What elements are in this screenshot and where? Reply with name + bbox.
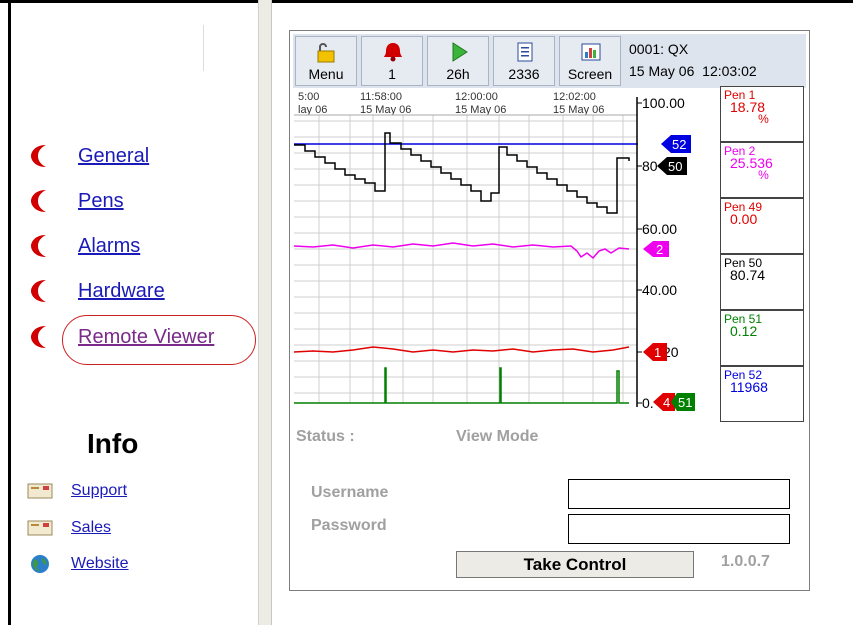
pen-value: 0.12 bbox=[730, 323, 758, 339]
recorder-info: 0001: QX 15 May 06 12:03:02 bbox=[629, 38, 757, 82]
menu-button-label: Menu bbox=[308, 66, 344, 82]
pen-box-50[interactable]: Pen 50 80.74 bbox=[720, 254, 804, 310]
status-label: Status : bbox=[296, 428, 355, 445]
pen-51-trace bbox=[294, 367, 629, 404]
view-mode-label: View Mode bbox=[456, 428, 539, 445]
remote-viewer-panel: Menu 1 26h 2336 Screen 0001: QX 15 May 0… bbox=[289, 30, 810, 591]
time-tick-label: 12:00:00 bbox=[455, 91, 498, 103]
recorder-time: 12:03:02 bbox=[702, 63, 757, 79]
date-tick-label: 15 May 06 bbox=[360, 104, 411, 116]
nav-item-hardware[interactable]: Hardware bbox=[30, 276, 165, 306]
messages-button-label: 2336 bbox=[508, 66, 540, 82]
chart-gridlines bbox=[294, 114, 637, 403]
time-tick-label: 12:02:00 bbox=[553, 91, 596, 103]
crescent-bullet-icon bbox=[31, 235, 46, 257]
scale-label: 60.00 bbox=[642, 221, 677, 237]
pen-box-1[interactable]: Pen 1 18.78 % bbox=[720, 86, 804, 142]
pen-unit: % bbox=[758, 112, 769, 126]
pen-marker-1: 1 bbox=[643, 343, 667, 361]
alarm-button-label: 1 bbox=[388, 66, 396, 82]
pen-box-2[interactable]: Pen 2 25.536 % bbox=[720, 142, 804, 198]
window-left-border bbox=[8, 0, 11, 625]
envelope-icon bbox=[27, 520, 53, 536]
info-item-support[interactable]: Support bbox=[27, 479, 127, 503]
pen-value: 0.00 bbox=[730, 211, 758, 227]
window-top-border bbox=[0, 0, 853, 3]
info-link-website[interactable]: Website bbox=[71, 555, 129, 573]
list-icon bbox=[517, 42, 533, 62]
padlock-icon bbox=[317, 43, 335, 63]
scale-label: 40.00 bbox=[642, 282, 677, 298]
device-id: 0001: QX bbox=[629, 41, 689, 57]
pen-value: 80.74 bbox=[730, 267, 766, 283]
nav-link-alarms[interactable]: Alarms bbox=[78, 235, 140, 258]
pen-marker-2: 2 bbox=[643, 241, 669, 257]
trend-chart[interactable]: 5:00 lay 06 11:58:00 15 May 06 12:00:00 … bbox=[293, 91, 718, 426]
envelope-icon bbox=[27, 483, 53, 499]
selection-highlight-ring bbox=[62, 315, 256, 365]
date-tick-label: lay 06 bbox=[298, 104, 327, 116]
password-field[interactable] bbox=[568, 514, 790, 544]
timespan-button[interactable]: 26h bbox=[427, 36, 489, 86]
info-heading: Info bbox=[87, 428, 139, 459]
alarm-bell-icon bbox=[384, 43, 402, 62]
globe-icon bbox=[31, 555, 49, 573]
info-item-sales[interactable]: Sales bbox=[27, 516, 111, 540]
alarm-button[interactable]: 1 bbox=[361, 36, 423, 86]
marker-label: 50 bbox=[668, 159, 682, 174]
marker-label: 52 bbox=[672, 137, 686, 152]
nav-link-hardware[interactable]: Hardware bbox=[78, 280, 165, 303]
screen-button[interactable]: Screen bbox=[559, 36, 621, 86]
pen-box-52[interactable]: Pen 52 11968 bbox=[720, 366, 804, 422]
messages-button[interactable]: 2336 bbox=[493, 36, 555, 86]
nav-item-alarms[interactable]: Alarms bbox=[30, 231, 140, 261]
nav-item-pens[interactable]: Pens bbox=[30, 186, 124, 216]
info-link-sales[interactable]: Sales bbox=[71, 519, 111, 537]
menu-button[interactable]: Menu bbox=[295, 36, 357, 86]
time-tick-label: 11:58:00 bbox=[360, 91, 402, 103]
nav-item-general[interactable]: General bbox=[30, 141, 149, 171]
pen-1-trace bbox=[293, 346, 630, 353]
frame-splitter[interactable] bbox=[258, 0, 272, 625]
username-field[interactable] bbox=[568, 479, 790, 509]
info-link-support[interactable]: Support bbox=[71, 482, 127, 500]
date-tick-label: 15 May 06 bbox=[553, 104, 604, 116]
pen-marker-50: 50 bbox=[657, 157, 687, 175]
recorder-toolbar: Menu 1 26h 2336 Screen 0001: QX 15 May 0… bbox=[293, 34, 806, 88]
play-icon bbox=[452, 42, 468, 62]
recorder-date: 15 May 06 bbox=[629, 63, 695, 79]
time-ticks: 5:00 lay 06 11:58:00 15 May 06 12:00:00 … bbox=[298, 91, 604, 116]
take-control-button[interactable]: Take Control bbox=[456, 551, 694, 578]
scale-label: 100.00 bbox=[642, 95, 685, 111]
marker-label: 1 bbox=[654, 345, 661, 360]
version-label: 1.0.0.7 bbox=[721, 553, 770, 570]
pen-box-51[interactable]: Pen 51 0.12 bbox=[720, 310, 804, 366]
separator-line bbox=[203, 25, 204, 71]
screen-button-label: Screen bbox=[567, 66, 613, 82]
crescent-bullet-icon bbox=[31, 190, 46, 212]
pen-box-49[interactable]: Pen 49 0.00 bbox=[720, 198, 804, 254]
timespan-button-label: 26h bbox=[446, 66, 470, 82]
date-tick-label: 15 May 06 bbox=[455, 104, 506, 116]
crescent-bullet-icon bbox=[31, 280, 46, 302]
marker-label: 51 bbox=[678, 395, 692, 410]
nav-link-general[interactable]: General bbox=[78, 145, 149, 168]
marker-label: 4 bbox=[663, 395, 670, 410]
crescent-bullet-icon bbox=[31, 145, 46, 167]
password-label: Password bbox=[311, 517, 387, 534]
marker-label: 2 bbox=[656, 242, 663, 257]
username-label: Username bbox=[311, 484, 389, 501]
screen-chart-icon bbox=[581, 43, 601, 61]
pen-value: 11968 bbox=[730, 379, 768, 395]
info-item-website[interactable]: Website bbox=[27, 552, 129, 576]
pen-marker-52: 52 bbox=[661, 135, 691, 153]
scale-label: 80 bbox=[642, 158, 658, 174]
time-tick-label: 5:00 bbox=[298, 91, 319, 103]
nav-link-pens[interactable]: Pens bbox=[78, 190, 124, 213]
pen-unit: % bbox=[758, 168, 769, 182]
scale-label: 0. bbox=[642, 395, 654, 411]
pen-2-trace bbox=[293, 242, 630, 260]
